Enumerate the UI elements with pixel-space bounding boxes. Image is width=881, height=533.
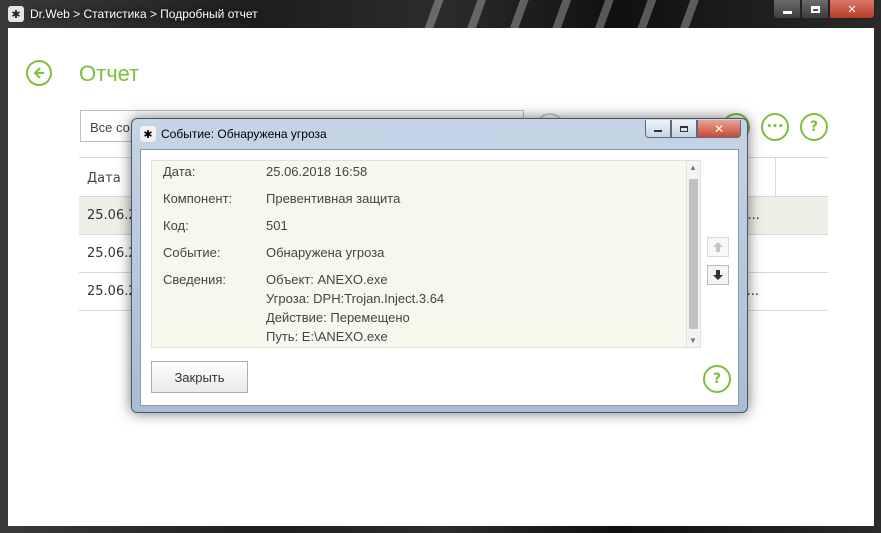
dialog-title: Событие: Обнаружена угроза: [161, 127, 327, 141]
title-bar[interactable]: ✱ Dr.Web > Статистика > Подробный отчет …: [0, 0, 881, 28]
dialog-body: Дата: 25.06.2018 16:58 Компонент: Превен…: [140, 149, 739, 406]
scroll-down-icon[interactable]: ▼: [689, 336, 697, 345]
back-button[interactable]: [26, 60, 52, 86]
window-caption-buttons: ✕: [773, 0, 875, 19]
more-options-button[interactable]: •••: [761, 113, 789, 141]
detail-value: Превентивная защита: [266, 191, 401, 206]
close-window-button[interactable]: ✕: [829, 0, 875, 19]
close-icon: ✕: [847, 2, 857, 16]
event-dialog: ✱ Событие: Обнаружена угроза ✕ Дата: 25.…: [131, 118, 748, 413]
maximize-button[interactable]: [801, 0, 829, 19]
arrow-up-icon: [713, 242, 723, 252]
info-line: Путь: E:\ANEXO.exe: [266, 329, 388, 344]
details-scrollbar[interactable]: ▲ ▼: [686, 161, 700, 347]
minimize-icon: [782, 10, 792, 14]
help-button[interactable]: ?: [800, 113, 828, 141]
dialog-minimize-button[interactable]: [645, 120, 671, 138]
detail-label: Сведения:: [163, 272, 227, 287]
dialog-close-x-button[interactable]: ✕: [697, 120, 741, 138]
row-date: 25.06.2: [87, 284, 137, 299]
page-title: Отчет: [79, 61, 140, 86]
dialog-maximize-button[interactable]: [671, 120, 697, 138]
detail-label: Компонент:: [163, 191, 233, 206]
info-line: Объект: ANEXO.exe: [266, 272, 388, 287]
column-divider[interactable]: [775, 158, 776, 196]
row-date: 25.06.2: [87, 246, 137, 261]
detail-value: 25.06.2018 16:58: [266, 164, 368, 179]
detail-label: Событие:: [163, 245, 221, 260]
column-header-date[interactable]: Дата: [87, 171, 121, 186]
minimize-button[interactable]: [773, 0, 801, 19]
close-icon: ✕: [713, 121, 725, 136]
arrow-left-icon: [33, 67, 44, 79]
drweb-spider-icon: ✱: [140, 126, 156, 142]
next-event-button[interactable]: [707, 265, 729, 285]
close-button[interactable]: Закрыть: [151, 361, 248, 393]
row-date: 25.06.2: [87, 208, 137, 223]
dialog-caption-buttons: ✕: [645, 120, 741, 138]
detail-label: Дата:: [163, 164, 196, 179]
maximize-icon: [680, 125, 688, 132]
detail-label: Код:: [163, 218, 189, 233]
scrollbar-thumb[interactable]: [689, 179, 698, 329]
maximize-icon: [810, 5, 820, 13]
detail-value: 501: [266, 218, 288, 233]
detail-value: Обнаружена угроза: [266, 245, 385, 260]
previous-event-button[interactable]: [707, 237, 729, 257]
scroll-up-icon[interactable]: ▲: [689, 163, 697, 172]
minimize-icon: [654, 130, 662, 132]
window-title: Dr.Web > Статистика > Подробный отчет: [30, 7, 258, 21]
arrow-down-icon: [713, 270, 723, 280]
drweb-spider-icon: ✱: [8, 6, 24, 22]
info-line: Угроза: DPH:Trojan.Inject.3.64: [266, 291, 445, 306]
detail-value: Объект: ANEXO.exe Угроза: DPH:Trojan.Inj…: [266, 272, 444, 348]
info-line: Действие: Перемещено: [266, 310, 410, 325]
event-details-panel[interactable]: Дата: 25.06.2018 16:58 Компонент: Превен…: [151, 160, 701, 348]
dialog-help-button[interactable]: ?: [703, 365, 731, 393]
